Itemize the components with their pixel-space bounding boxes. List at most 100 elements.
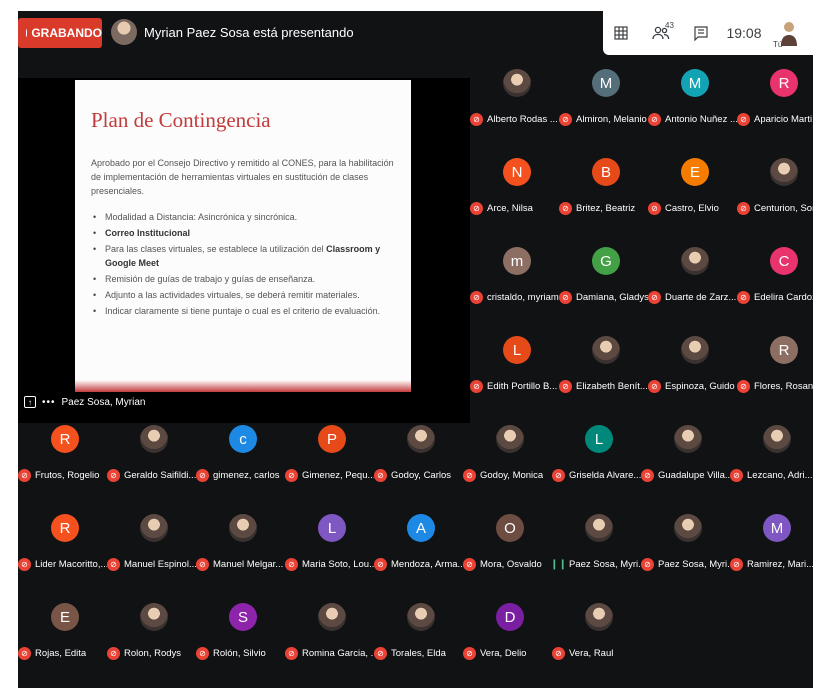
participant-name: Godoy, Monica <box>480 470 544 481</box>
participant-tile[interactable]: ⊘ Geraldo Saifildi... <box>107 423 196 493</box>
more-options-icon[interactable]: ••• <box>42 397 56 408</box>
participant-tile[interactable]: R ⊘ Aparicio Marti... <box>737 67 813 137</box>
participant-tile[interactable]: P ⊘ Gimenez, Pequ... <box>285 423 374 493</box>
speaking-icon: ❙❙ <box>552 559 567 570</box>
participant-nameplate: ⊘ Elizabeth Benít... <box>559 380 648 393</box>
participant-tile[interactable]: ⊘ Alberto Rodas ... <box>470 67 559 137</box>
participant-tile[interactable]: D ⊘ Vera, Delio <box>463 601 552 671</box>
participant-avatar <box>140 425 168 453</box>
participant-name: Espinoza, Guido <box>665 381 735 392</box>
participant-avatar: M <box>763 514 791 542</box>
participant-nameplate: ⊘ Rolon, Rodys <box>107 647 196 660</box>
participant-nameplate: ⊘ Romina Garcia, ... <box>285 647 374 660</box>
participant-tile[interactable]: M ⊘ Ramirez, Mari... <box>730 512 813 582</box>
participant-name: gimenez, carlos <box>213 470 280 481</box>
participant-tile[interactable]: ⊘ Guadalupe Villa... <box>641 423 730 493</box>
mic-off-icon: ⊘ <box>18 558 31 571</box>
participant-tile[interactable]: G ⊘ Damiana, Gladys <box>559 245 648 315</box>
participant-tile[interactable]: m ⊘ cristaldo, myriam <box>470 245 559 315</box>
participant-nameplate: ⊘ Manuel Melgar... <box>196 558 285 571</box>
participant-name: Castro, Elvio <box>665 203 719 214</box>
participant-nameplate: ⊘ Vera, Raul <box>552 647 641 660</box>
participant-tile[interactable]: ⊘ Godoy, Carlos <box>374 423 463 493</box>
slide-bullet-text: Adjunto a las actividades virtuales, se … <box>105 290 360 300</box>
people-icon[interactable]: 43 <box>639 11 683 55</box>
slide-footer-band <box>75 380 411 392</box>
participant-name: Maria Soto, Lou... <box>302 559 374 570</box>
participant-tile[interactable]: ❙❙ Paez Sosa, Myri... <box>552 512 641 582</box>
participant-tile[interactable]: L ⊘ Maria Soto, Lou... <box>285 512 374 582</box>
participant-tile[interactable]: ⊘ Manuel Melgar... <box>196 512 285 582</box>
participant-tile[interactable]: C ⊘ Edelira Cardoz... <box>737 245 813 315</box>
participant-tile[interactable]: O ⊘ Mora, Osvaldo <box>463 512 552 582</box>
participant-tile[interactable]: ⊘ Torales, Elda <box>374 601 463 671</box>
recording-badge: GRABANDO <box>18 18 102 48</box>
pin-icon[interactable]: ↑ <box>24 396 36 408</box>
participant-tile[interactable]: M ⊘ Antonio Nuñez ... <box>648 67 737 137</box>
participant-tile[interactable]: E ⊘ Rojas, Edita <box>18 601 107 671</box>
participant-avatar: m <box>503 247 531 275</box>
participant-nameplate: ⊘ Aparicio Marti... <box>737 113 813 126</box>
participant-name: Manuel Espinol... <box>124 559 196 570</box>
participant-nameplate: ⊘ Ramirez, Mari... <box>730 558 813 571</box>
participant-tile[interactable]: ⊘ Duarte de Zarz... <box>648 245 737 315</box>
participant-tile[interactable]: S ⊘ Rolón, Silvio <box>196 601 285 671</box>
participant-tile[interactable]: ⊘ Godoy, Monica <box>463 423 552 493</box>
slide-title: Plan de Contingencia <box>91 108 271 132</box>
participant-avatar <box>681 247 709 275</box>
participant-nameplate: ⊘ Maria Soto, Lou... <box>285 558 374 571</box>
participant-tile[interactable]: R ⊘ Frutos, Rogelio <box>18 423 107 493</box>
slide-bullet: Correo Institucional <box>91 226 403 240</box>
participant-tile[interactable]: c ⊘ gimenez, carlos <box>196 423 285 493</box>
participant-tile[interactable]: R ⊘ Lider Macoritto,... <box>18 512 107 582</box>
participant-tile[interactable]: L ⊘ Edith Portillo B... <box>470 334 559 404</box>
participant-nameplate: ⊘ Antonio Nuñez ... <box>648 113 737 126</box>
participant-tile[interactable]: ⊘ Rolon, Rodys <box>107 601 196 671</box>
participant-tile[interactable]: E ⊘ Castro, Elvio <box>648 156 737 226</box>
participant-nameplate: ⊘ Mendoza, Arma... <box>374 558 463 571</box>
participant-tile[interactable]: R ⊘ Flores, Rosana <box>737 334 813 404</box>
slide-bullet: Adjunto a las actividades virtuales, se … <box>91 288 403 302</box>
participant-name: Arce, Nilsa <box>487 203 533 214</box>
self-view[interactable]: Tú <box>769 11 809 55</box>
slide-bullet: Para las clases virtuales, se establece … <box>91 242 403 270</box>
participant-name: Vera, Delio <box>480 648 527 659</box>
participant-name: Rolón, Silvio <box>213 648 266 659</box>
participant-avatar: c <box>229 425 257 453</box>
chat-icon[interactable] <box>683 11 719 55</box>
mic-off-icon: ⊘ <box>107 469 120 482</box>
participant-name: Rojas, Edita <box>35 648 87 659</box>
participant-tile[interactable]: ⊘ Espinoza, Guido <box>648 334 737 404</box>
mic-off-icon: ⊘ <box>463 647 476 660</box>
participant-nameplate: ⊘ Gimenez, Pequ... <box>285 469 374 482</box>
participant-tile[interactable]: M ⊘ Almiron, Melanio <box>559 67 648 137</box>
mic-off-icon: ⊘ <box>641 558 654 571</box>
participant-tile[interactable]: ⊘ Romina Garcia, ... <box>285 601 374 671</box>
participant-name: Alberto Rodas ... <box>487 114 558 125</box>
mic-off-icon: ⊘ <box>18 647 31 660</box>
mic-off-icon: ⊘ <box>730 469 743 482</box>
participant-tile[interactable]: B ⊘ Britez, Beatriz <box>559 156 648 226</box>
participant-tile[interactable]: N ⊘ Arce, Nilsa <box>470 156 559 226</box>
participant-avatar: B <box>592 158 620 186</box>
mic-off-icon: ⊘ <box>559 380 572 393</box>
participant-tile[interactable]: ⊘ Centurion, Son... <box>737 156 813 226</box>
presentation-view[interactable]: Plan de Contingencia Aprobado por el Con… <box>18 78 470 423</box>
participant-nameplate: ⊘ gimenez, carlos <box>196 469 285 482</box>
participant-tile[interactable]: ⊘ Lezcano, Adri... <box>730 423 813 493</box>
self-label: Tú <box>773 40 783 49</box>
grid-layout-icon[interactable] <box>603 11 639 55</box>
participant-tile[interactable]: L ⊘ Griselda Alvare... <box>552 423 641 493</box>
participant-tile[interactable]: A ⊘ Mendoza, Arma... <box>374 512 463 582</box>
participant-name: Rolon, Rodys <box>124 648 182 659</box>
participant-nameplate: ⊘ Flores, Rosana <box>737 380 813 393</box>
mic-off-icon: ⊘ <box>648 202 661 215</box>
participant-tile[interactable]: ⊘ Paez Sosa, Myri... <box>641 512 730 582</box>
participant-tile[interactable]: ⊘ Vera, Raul <box>552 601 641 671</box>
participant-tile[interactable]: ⊘ Manuel Espinol... <box>107 512 196 582</box>
participant-name: Centurion, Son... <box>754 203 813 214</box>
participant-nameplate: ❙❙ Paez Sosa, Myri... <box>552 558 641 571</box>
participant-tile[interactable]: ⊘ Elizabeth Benít... <box>559 334 648 404</box>
mic-off-icon: ⊘ <box>463 469 476 482</box>
mic-off-icon: ⊘ <box>470 113 483 126</box>
